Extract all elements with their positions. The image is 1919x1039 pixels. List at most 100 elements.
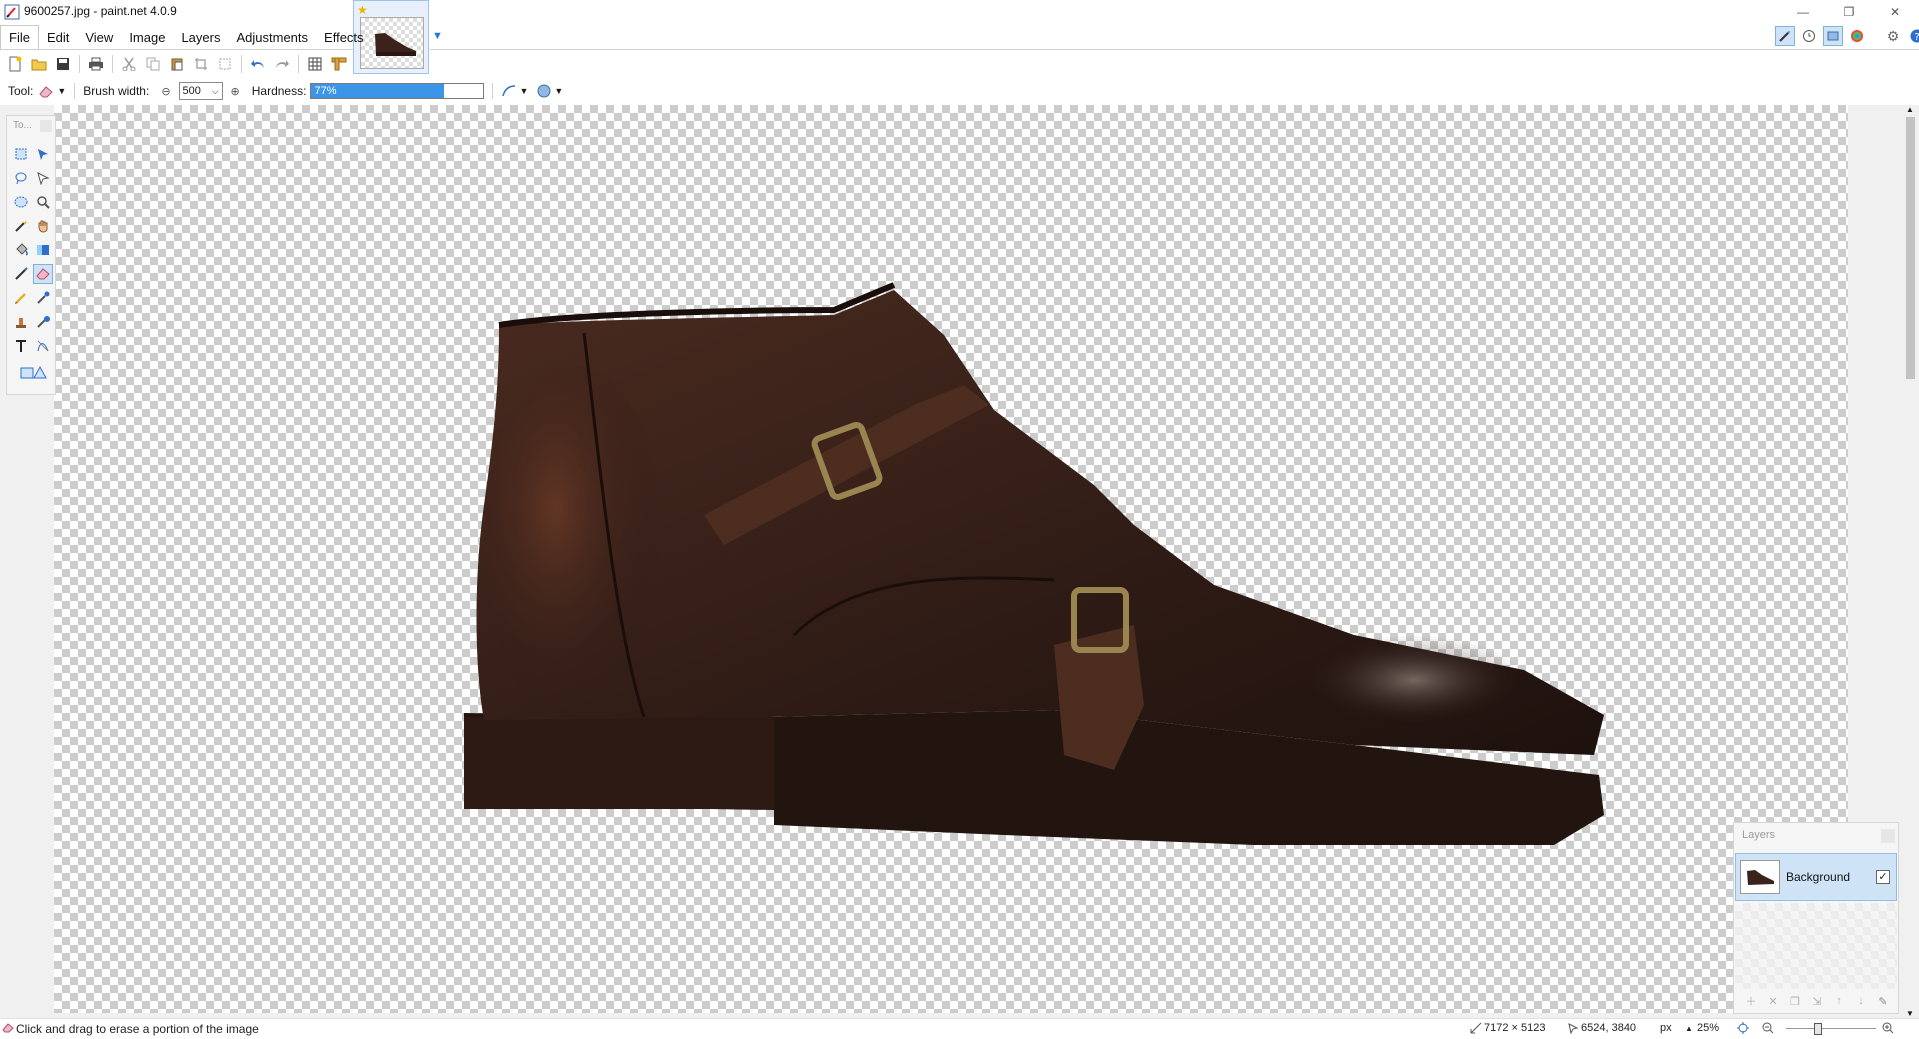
menu-adjustments[interactable]: Adjustments bbox=[228, 26, 316, 49]
current-tool-eraser-icon[interactable] bbox=[38, 84, 54, 98]
increase-brush-width-icon[interactable]: ⊕ bbox=[231, 85, 240, 98]
zoom-level[interactable]: 25% bbox=[1697, 1022, 1719, 1034]
add-layer-icon[interactable]: ＋ bbox=[1742, 993, 1760, 1009]
magic-wand-tool-icon[interactable] bbox=[11, 216, 31, 236]
menu-effects[interactable]: Effects bbox=[316, 26, 372, 49]
decrease-brush-width-icon[interactable]: ⊖ bbox=[161, 85, 170, 98]
brush-width-value: 500 bbox=[182, 85, 201, 97]
main-toolbar bbox=[4, 52, 350, 76]
open-folder-icon[interactable] bbox=[28, 53, 50, 75]
rulers-icon[interactable] bbox=[328, 53, 350, 75]
redo-icon[interactable] bbox=[271, 53, 293, 75]
recolor-tool-icon[interactable] bbox=[33, 312, 53, 332]
paste-icon[interactable] bbox=[166, 53, 188, 75]
zoom-slider-thumb[interactable] bbox=[1814, 1023, 1822, 1035]
scroll-up-arrow-icon[interactable]: ▲ bbox=[1906, 105, 1914, 114]
layer-visibility-checkbox[interactable]: ✓ bbox=[1876, 870, 1890, 884]
cut-icon[interactable] bbox=[118, 53, 140, 75]
new-file-icon[interactable] bbox=[4, 53, 26, 75]
units-selector[interactable]: px bbox=[1660, 1022, 1672, 1034]
menu-edit[interactable]: Edit bbox=[39, 26, 77, 49]
cursor-position-icon bbox=[1567, 1022, 1579, 1037]
undo-icon[interactable] bbox=[247, 53, 269, 75]
canvas-area[interactable]: ▲ ▼ bbox=[0, 105, 1919, 1018]
hardness-slider[interactable]: 77% bbox=[310, 83, 485, 99]
delete-layer-icon[interactable]: ✕ bbox=[1764, 993, 1782, 1009]
move-selected-pixels-tool-icon[interactable] bbox=[33, 144, 53, 164]
status-bar: Click and drag to erase a portion of the… bbox=[0, 1018, 1919, 1039]
menu-file[interactable]: File bbox=[0, 25, 39, 49]
zoom-to-window-icon[interactable] bbox=[1736, 1022, 1750, 1037]
eraser-tool-icon[interactable] bbox=[33, 264, 53, 284]
brush-width-input[interactable]: 500 ⌵ bbox=[178, 82, 223, 100]
save-icon[interactable] bbox=[52, 53, 74, 75]
zoom-in-icon[interactable] bbox=[1882, 1022, 1894, 1037]
minimize-button[interactable]: — bbox=[1780, 0, 1826, 24]
layer-row-background[interactable]: Background ✓ bbox=[1735, 853, 1897, 901]
copy-icon[interactable] bbox=[142, 53, 164, 75]
deselect-icon[interactable] bbox=[214, 53, 236, 75]
gradient-tool-icon[interactable] bbox=[33, 240, 53, 260]
menu-divider bbox=[0, 49, 353, 50]
window-title: 9600257.jpg - paint.net 4.0.9 bbox=[24, 4, 177, 18]
menu-layers[interactable]: Layers bbox=[173, 26, 228, 49]
tools-window-close-icon[interactable] bbox=[40, 120, 52, 132]
shapes-tool-icon[interactable] bbox=[19, 362, 49, 382]
zoom-slider-track[interactable] bbox=[1786, 1028, 1876, 1029]
help-icon[interactable]: ? bbox=[1907, 26, 1919, 46]
toolbar-separator bbox=[298, 55, 299, 73]
tool-dropdown-arrow-icon[interactable]: ▼ bbox=[57, 86, 66, 96]
history-toggle-icon[interactable] bbox=[1799, 26, 1819, 46]
crop-to-selection-icon[interactable] bbox=[190, 53, 212, 75]
pencil-tool-icon[interactable] bbox=[11, 288, 31, 308]
paintbrush-tool-icon[interactable] bbox=[11, 264, 31, 284]
tools-window: To... bbox=[6, 115, 56, 395]
color-picker-tool-icon[interactable] bbox=[33, 288, 53, 308]
tools-toggle-icon[interactable] bbox=[1775, 26, 1795, 46]
blend-mode-icon[interactable] bbox=[536, 84, 552, 98]
image-size-icon bbox=[1470, 1022, 1482, 1037]
lasso-select-tool-icon[interactable] bbox=[11, 168, 31, 188]
status-message: Click and drag to erase a portion of the… bbox=[16, 1022, 259, 1036]
paintnet-app-icon bbox=[4, 4, 20, 20]
tab-list-dropdown-icon[interactable]: ▼ bbox=[432, 30, 443, 42]
eraser-status-icon bbox=[2, 1022, 14, 1037]
layers-toggle-icon[interactable] bbox=[1823, 26, 1843, 46]
chevron-down-icon[interactable]: ⌵ bbox=[212, 86, 219, 97]
menu-view[interactable]: View bbox=[77, 26, 121, 49]
layer-properties-icon[interactable]: ✎ bbox=[1874, 993, 1892, 1009]
restore-button[interactable]: ❐ bbox=[1826, 0, 1872, 24]
move-selection-tool-icon[interactable] bbox=[33, 168, 53, 188]
image-canvas[interactable] bbox=[54, 105, 1848, 1013]
move-layer-down-icon[interactable]: ↓ bbox=[1852, 993, 1870, 1009]
unsaved-star-icon: ★ bbox=[357, 3, 368, 17]
pixel-grid-icon[interactable] bbox=[304, 53, 326, 75]
close-button[interactable]: ✕ bbox=[1872, 0, 1918, 24]
antialiasing-icon[interactable] bbox=[501, 84, 517, 98]
vertical-scrollbar[interactable]: ▲ ▼ bbox=[1902, 105, 1919, 1018]
zoom-tool-icon[interactable] bbox=[33, 192, 53, 212]
settings-gear-icon[interactable]: ⚙ bbox=[1883, 26, 1903, 46]
pan-tool-icon[interactable] bbox=[33, 216, 53, 236]
merge-layer-down-icon[interactable]: ⇲ bbox=[1808, 993, 1826, 1009]
ellipse-select-tool-icon[interactable] bbox=[11, 192, 31, 212]
menu-image[interactable]: Image bbox=[121, 26, 173, 49]
print-icon[interactable] bbox=[85, 53, 107, 75]
window-toggles: ⚙ ? bbox=[1775, 26, 1919, 46]
layers-window: Layers Background ✓ ＋ ✕ ❐ ⇲ ↑ ↓ ✎ bbox=[1733, 822, 1899, 1014]
antialiasing-dropdown-icon[interactable]: ▼ bbox=[519, 86, 528, 96]
move-layer-up-icon[interactable]: ↑ bbox=[1830, 993, 1848, 1009]
paint-bucket-tool-icon[interactable] bbox=[11, 240, 31, 260]
layers-window-close-icon[interactable] bbox=[1881, 829, 1895, 843]
colors-toggle-icon[interactable] bbox=[1847, 26, 1867, 46]
blend-mode-dropdown-icon[interactable]: ▼ bbox=[554, 86, 563, 96]
units-dropdown-icon[interactable]: ▲ bbox=[1685, 1024, 1693, 1033]
text-tool-icon[interactable] bbox=[11, 336, 31, 356]
clone-stamp-tool-icon[interactable] bbox=[11, 312, 31, 332]
scrollbar-thumb[interactable] bbox=[1906, 117, 1915, 379]
line-curve-tool-icon[interactable] bbox=[33, 336, 53, 356]
scroll-down-arrow-icon[interactable]: ▼ bbox=[1906, 1009, 1914, 1018]
rectangle-select-tool-icon[interactable] bbox=[11, 144, 31, 164]
duplicate-layer-icon[interactable]: ❐ bbox=[1786, 993, 1804, 1009]
zoom-out-icon[interactable] bbox=[1762, 1022, 1774, 1037]
